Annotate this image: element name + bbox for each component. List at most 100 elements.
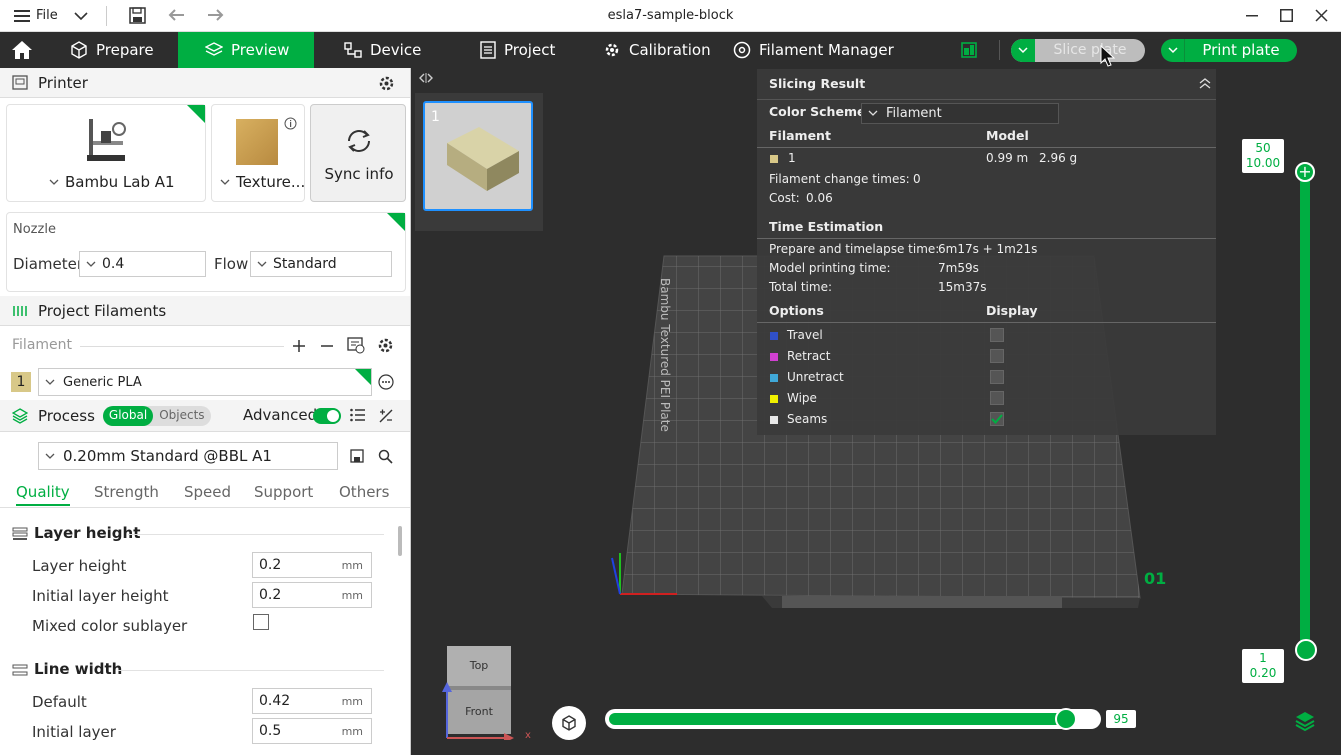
filament-settings-icon[interactable] [377,337,394,354]
chevron-down-icon[interactable] [74,11,88,21]
bottom-layer-label: 1 0.20 [1242,649,1284,683]
chevron-down-icon [49,179,59,185]
option-display-checkbox[interactable] [990,391,1004,405]
compare-icon[interactable] [378,408,394,424]
option-display-checkbox[interactable] [990,412,1004,426]
print-plate-button[interactable]: Print plate [1161,39,1297,62]
default-width-input[interactable]: 0.42 mm [252,688,372,714]
add-icon[interactable] [292,339,306,353]
left-sidebar: Printer Bambu Lab A1 Texture... Sync inf… [0,68,411,755]
process-preset-select[interactable]: 0.20mm Standard @BBL A1 [38,442,338,470]
top-layer-handle[interactable]: + [1295,162,1315,182]
tab-prepare[interactable]: Prepare [70,32,154,68]
redo-icon[interactable] [206,8,224,23]
tab-strength[interactable]: Strength [94,483,159,501]
display-column-header: Display [986,303,1038,318]
search-icon[interactable] [378,449,393,464]
tab-device[interactable]: Device [344,32,421,68]
tab-preview[interactable]: Preview [178,32,314,68]
filament-column-header: Filament [769,128,831,143]
tab-others[interactable]: Others [339,483,389,501]
close-icon[interactable] [1315,9,1328,22]
unit-label: mm [341,588,363,602]
initial-layer-width-input[interactable]: 0.5 mm [252,718,372,744]
minimize-icon[interactable] [1246,15,1258,17]
color-scheme-select[interactable]: Filament [861,103,1059,124]
filament-index: 1 [16,374,26,390]
bottom-layer-number: 1 [1259,651,1267,665]
initial-layer-height-input[interactable]: 0.2 mm [252,582,372,608]
filament-color-swatch [770,155,778,163]
layers-toggle-icon[interactable] [1294,710,1316,732]
move-slider-handle[interactable] [1055,708,1078,730]
option-row: Seams [757,409,1216,430]
initial-layer-width-value: 0.5 [259,723,282,739]
process-scope-toggle[interactable]: Global Objects [102,405,211,426]
maximize-icon[interactable] [1280,9,1293,22]
layer-slider-track[interactable] [1300,172,1310,650]
filament-icon [13,305,27,316]
cube-icon [71,41,87,59]
diameter-label: Diameter [13,255,84,273]
tab-project[interactable]: Project [480,32,555,68]
more-options-icon[interactable] [378,374,394,390]
slice-dropdown[interactable] [1011,39,1035,62]
global-option[interactable]: Global [102,405,154,426]
options-list: Travel Retract Unretract Wipe Seams [757,325,1216,430]
filament-sync-icon[interactable] [347,337,365,354]
print-dropdown[interactable] [1161,39,1185,62]
layer-height-icon [12,527,28,540]
tab-quality[interactable]: Quality [16,483,70,506]
objects-option[interactable]: Objects [153,406,210,426]
option-display-checkbox[interactable] [990,328,1004,342]
move-slider[interactable] [605,708,1101,730]
option-display-checkbox[interactable] [990,370,1004,384]
slice-plate-label: Slice plate [1053,42,1127,58]
tab-speed[interactable]: Speed [184,483,231,501]
filament-swatch[interactable]: 1 [11,372,31,392]
printer-card[interactable]: Bambu Lab A1 [6,104,206,202]
sync-icon [348,130,370,152]
option-display-checkbox[interactable] [990,349,1004,363]
view-reset-button[interactable] [552,706,586,740]
sync-info-button[interactable]: Sync info [310,104,406,202]
bottom-layer-handle[interactable] [1295,639,1317,661]
list-icon[interactable] [350,408,366,422]
layout-icon[interactable] [961,42,977,58]
plate-label: Bambu Textured PEI Plate [658,278,672,432]
advanced-toggle[interactable] [313,408,341,424]
status-corner [355,369,371,385]
plate-select[interactable]: Texture... [220,173,305,191]
home-button[interactable] [0,32,44,68]
undo-icon[interactable] [168,8,186,23]
slice-plate-button[interactable]: Slice plate [1011,39,1145,62]
flow-value: Standard [273,256,337,272]
plate-card[interactable]: Texture... [211,104,305,202]
tab-support[interactable]: Support [254,483,313,501]
flow-select[interactable]: Standard [250,251,392,277]
tab-filament-manager[interactable]: Filament Manager [733,32,894,68]
save-preset-icon[interactable] [350,449,364,463]
diameter-select[interactable]: 0.4 [79,251,206,277]
settings-scrollbar[interactable] [398,526,402,556]
option-color-swatch [770,332,778,340]
printer-settings-icon[interactable] [378,75,395,92]
tab-preview-label: Preview [231,41,290,59]
printer-select[interactable]: Bambu Lab A1 [49,173,175,191]
layer-height-input[interactable]: 0.2 mm [252,552,372,578]
printer-icon [12,75,28,90]
filament-select[interactable]: Generic PLA [38,368,372,396]
option-row: Retract [757,346,1216,367]
layer-height-group: Layer height [34,524,141,542]
chevron-down-icon [45,453,55,459]
remove-icon[interactable] [320,339,334,353]
process-header: Process Global Objects Advanced [0,400,410,432]
save-icon[interactable] [129,7,146,24]
mixed-color-checkbox[interactable] [253,614,269,630]
collapse-icon[interactable] [1198,77,1212,89]
initial-layer-width-label: Initial layer [32,723,116,741]
chevron-down-icon [220,179,230,185]
file-menu[interactable]: File [14,8,58,23]
tab-calibration[interactable]: Calibration [603,32,711,68]
info-icon[interactable] [284,117,297,130]
